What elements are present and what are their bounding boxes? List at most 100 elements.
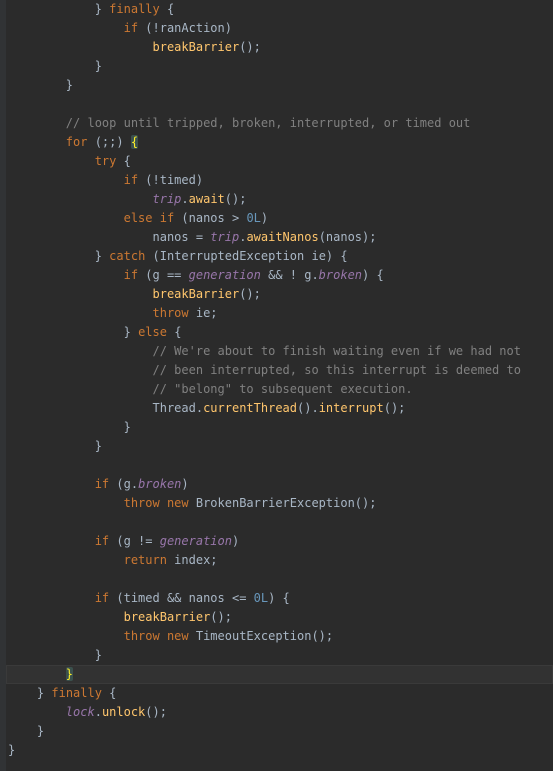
token: ) { [268,591,290,605]
indent [8,268,124,282]
token: await [189,192,225,206]
token: broken [138,477,181,491]
token: (). [297,401,319,415]
code-line[interactable]: breakBarrier(); [6,285,553,304]
token [131,325,138,339]
code-line[interactable]: // We're about to finish waiting even if… [6,342,553,361]
code-line[interactable]: lock.unlock(); [6,703,553,722]
token: && ! g. [261,268,319,282]
code-line[interactable]: // been interrupted, so this interrupt i… [6,361,553,380]
code-line[interactable]: throw new TimeoutException(); [6,627,553,646]
code-line[interactable] [6,570,553,589]
code-line[interactable]: } [6,437,553,456]
code-line[interactable]: breakBarrier(); [6,38,553,57]
token: else if [124,211,175,225]
token: if [124,173,138,187]
code-line[interactable]: if (g != generation) [6,532,553,551]
indent [8,648,95,662]
code-line[interactable]: } [6,57,553,76]
code-line[interactable]: Thread.currentThread().interrupt(); [6,399,553,418]
token: breakBarrier [153,40,240,54]
token: { [167,325,181,339]
code-line[interactable]: throw ie; [6,304,553,323]
code-line[interactable]: } finally { [6,684,553,703]
indent [8,192,153,206]
code-line[interactable]: } [6,741,553,760]
code-line[interactable] [6,513,553,532]
token: TimeoutException [189,629,312,643]
token: return [124,553,167,567]
indent [8,363,153,377]
token: if [95,591,109,605]
code-line[interactable]: // "belong" to subsequent execution. [6,380,553,399]
indent [8,629,124,643]
token: (nanos [174,211,232,225]
indent [8,135,66,149]
token: if [95,534,109,548]
token: (); [239,287,261,301]
token: { [102,686,116,700]
code-line[interactable]: } [6,646,553,665]
token: catch [109,249,145,263]
code-line[interactable]: } else { [6,323,553,342]
code-line[interactable]: if (!ranAction) [6,19,553,38]
code-line[interactable]: // loop until tripped, broken, interrupt… [6,114,553,133]
code-line[interactable]: throw new BrokenBarrierException(); [6,494,553,513]
code-line[interactable]: breakBarrier(); [6,608,553,627]
indent [8,306,153,320]
token: ) { [362,268,384,282]
code-line[interactable]: return index; [6,551,553,570]
token: (g != [109,534,160,548]
code-line[interactable]: trip.await(); [6,190,553,209]
code-line[interactable]: if (g == generation && ! g.broken) { [6,266,553,285]
indent [8,591,95,605]
indent [8,78,66,92]
token: if [124,268,138,282]
indent [8,40,153,54]
token: (g == [138,268,189,282]
token: try [95,154,117,168]
token: index; [167,553,218,567]
code-line[interactable] [6,95,553,114]
token: BrokenBarrierException [189,496,355,510]
token: generation [160,534,232,548]
token: breakBarrier [153,287,240,301]
indent [8,553,124,567]
token: breakBarrier [124,610,211,624]
token: if [95,477,109,491]
token: } [95,249,102,263]
code-line[interactable]: } [6,722,553,741]
code-line[interactable]: } [6,418,553,437]
token: } [95,59,102,73]
code-line[interactable]: try { [6,152,553,171]
code-editor[interactable]: } finally { if (!ranAction) breakBarrier… [0,0,553,771]
code-line[interactable]: nanos = trip.awaitNanos(nanos); [6,228,553,247]
code-area[interactable]: } finally { if (!ranAction) breakBarrier… [6,0,553,771]
indent [8,230,153,244]
code-line[interactable]: if (g.broken) [6,475,553,494]
token: } [8,743,15,757]
indent [8,211,124,225]
token: } [95,648,102,662]
token: finally [51,686,102,700]
token: } [95,2,102,16]
code-line[interactable]: for (;;) { [6,133,553,152]
token: (timed && nanos <= [109,591,254,605]
code-line[interactable]: if (!timed) [6,171,553,190]
code-line[interactable]: if (timed && nanos <= 0L) { [6,589,553,608]
indent [8,667,66,681]
code-line[interactable]: else if (nanos > 0L) [6,209,553,228]
code-line[interactable]: } [6,76,553,95]
token: Thread. [153,401,204,415]
code-line[interactable]: } [6,665,553,684]
token: (!timed) [138,173,203,187]
indent [8,477,95,491]
indent [8,686,37,700]
token: } [124,325,131,339]
code-line[interactable] [6,456,553,475]
indent [8,325,124,339]
token: ) [232,534,239,548]
indent [8,173,124,187]
code-line[interactable]: } finally { [6,0,553,19]
code-line[interactable]: } catch (InterruptedException ie) { [6,247,553,266]
